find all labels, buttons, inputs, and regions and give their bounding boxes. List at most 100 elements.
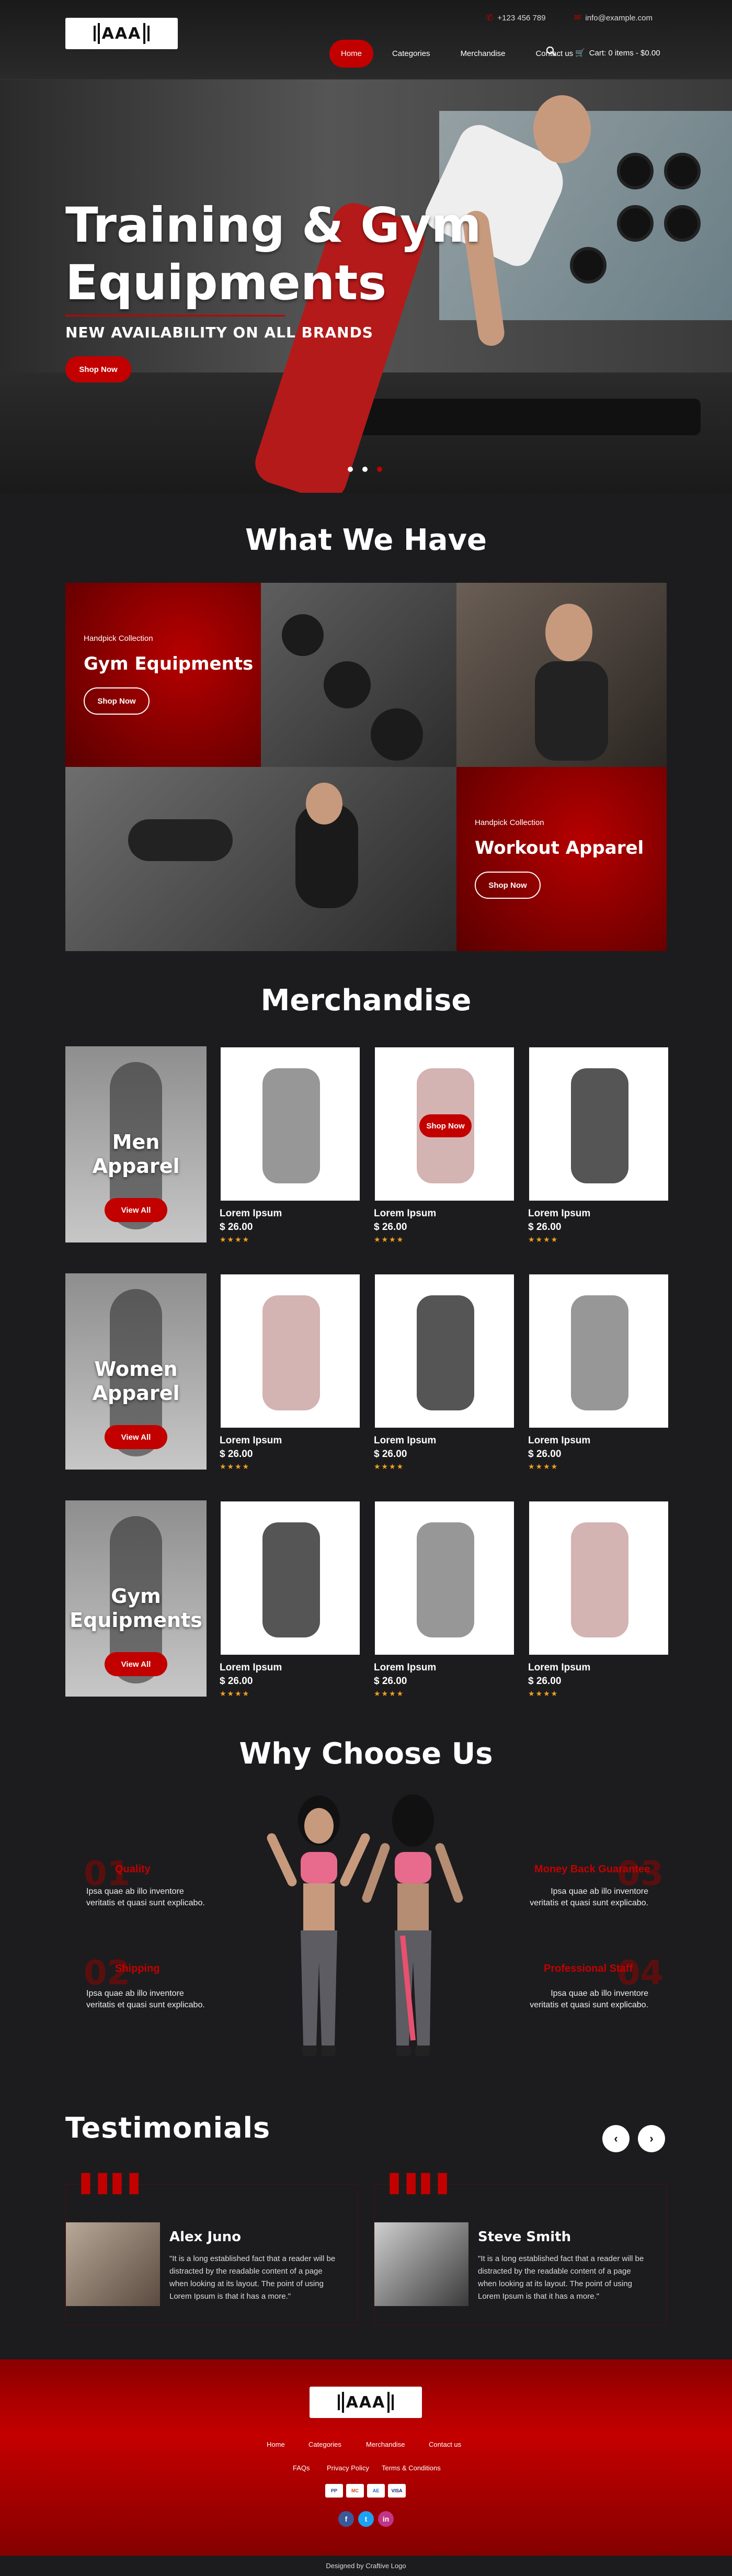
slider-dot-1[interactable] <box>348 467 353 472</box>
product-image[interactable] <box>220 1500 361 1656</box>
tile2-shop-button[interactable]: Shop Now <box>475 872 541 899</box>
product-card[interactable]: Lorem Ipsum $ 26.00 ★★★★ <box>528 1273 669 1471</box>
product-image[interactable] <box>374 1273 515 1429</box>
product-name[interactable]: Lorem Ipsum <box>374 1662 515 1674</box>
view-all-button[interactable]: View All <box>105 1198 167 1222</box>
product-card[interactable]: Lorem Ipsum $ 26.00 ★★★★ <box>374 1273 515 1471</box>
footer-link[interactable]: Merchandise <box>366 2441 405 2448</box>
product-image[interactable]: Shop Now <box>374 1046 515 1202</box>
category-title-line2: Equipments <box>70 1609 202 1632</box>
slider-dot-2[interactable] <box>362 467 368 472</box>
product-name[interactable]: Lorem Ipsum <box>220 1208 361 1219</box>
product-image[interactable] <box>528 1500 669 1656</box>
phone-contact[interactable]: ✆ +123 456 789 <box>486 13 546 23</box>
why-choose-title: Why Choose Us <box>239 1737 493 1771</box>
tile-photo-woman-training <box>456 583 667 767</box>
product-name[interactable]: Lorem Ipsum <box>528 1662 669 1674</box>
footer-link[interactable]: Home <box>267 2441 285 2448</box>
footer-link[interactable]: Contact us <box>429 2441 461 2448</box>
email-contact[interactable]: ✉ info@example.com <box>574 13 653 23</box>
category-title: Gym Equipments <box>65 1584 207 1632</box>
dumbbell-plate <box>570 247 607 284</box>
category-card[interactable]: Men Apparel View All <box>65 1046 207 1242</box>
product-name[interactable]: Lorem Ipsum <box>220 1435 361 1447</box>
cart-link[interactable]: 🛒 Cart: 0 items - $0.00 <box>575 48 660 58</box>
slider-dots <box>348 467 382 472</box>
testimonial-next-button[interactable]: › <box>638 2125 665 2152</box>
feature-text: Ipsa quae ab illo inventore veritatis et … <box>528 1886 648 1909</box>
testimonial-card: " " Alex Juno "It is a long established … <box>65 2164 358 2325</box>
product-rating: ★★★★ <box>374 1462 405 1471</box>
payment-icon: PP <box>325 2484 343 2498</box>
product-shop-button[interactable]: Shop Now <box>419 1114 472 1137</box>
product-image[interactable] <box>374 1500 515 1656</box>
feature-text-line1: Ipsa quae ab illo inventore <box>86 1989 184 1998</box>
product-rating: ★★★★ <box>374 1689 405 1698</box>
product-image[interactable] <box>220 1273 361 1429</box>
product-card[interactable]: Lorem Ipsum $ 26.00 ★★★★ <box>528 1500 669 1698</box>
category-title-line1: Gym <box>111 1585 161 1608</box>
search-icon[interactable] <box>546 46 556 57</box>
product-price: $ 26.00 <box>374 1222 407 1233</box>
view-all-button[interactable]: View All <box>105 1425 167 1449</box>
logo-text: AAA <box>101 24 142 43</box>
product-image[interactable] <box>528 1046 669 1202</box>
twitter-icon[interactable]: t <box>358 2511 374 2527</box>
product-price: $ 26.00 <box>374 1676 407 1687</box>
category-card[interactable]: Women Apparel View All <box>65 1273 207 1470</box>
hero-title-line2: Equipments <box>65 255 387 311</box>
photo-dumbbell <box>371 708 423 761</box>
facebook-icon[interactable]: f <box>338 2511 354 2527</box>
feature-text-line2: veritatis et quasi sunt explicabo. <box>530 1899 648 1907</box>
footer-link[interactable]: Privacy Policy <box>327 2464 369 2472</box>
hero-subtitle: NEW AVAILABILITY ON ALL BRANDS <box>65 324 373 341</box>
category-title-line1: Women <box>94 1358 178 1381</box>
instagram-icon[interactable]: in <box>378 2511 394 2527</box>
product-rating: ★★★★ <box>528 1235 559 1244</box>
product-image[interactable] <box>220 1046 361 1202</box>
dumbbell-plate <box>617 153 654 189</box>
footer-link[interactable]: FAQs <box>293 2464 310 2472</box>
product-price: $ 26.00 <box>220 1676 253 1687</box>
slider-dot-3[interactable] <box>377 467 382 472</box>
tile-gym-equipments[interactable]: Handpick Collection Gym Equipments Shop … <box>65 583 261 767</box>
footer-logo[interactable]: AAA <box>310 2387 422 2418</box>
category-card[interactable]: Gym Equipments View All <box>65 1500 207 1697</box>
product-card[interactable]: Lorem Ipsum $ 26.00 ★★★★ <box>220 1500 361 1698</box>
product-card[interactable]: Shop Now Lorem Ipsum $ 26.00 ★★★★ <box>374 1046 515 1244</box>
cart-icon: 🛒 <box>575 49 585 58</box>
feature-text-line1: Ipsa quae ab illo inventore <box>551 1989 648 1998</box>
product-image[interactable] <box>528 1273 669 1429</box>
testimonial-prev-button[interactable]: ‹ <box>602 2125 630 2152</box>
tile2-kicker: Handpick Collection <box>475 818 544 827</box>
site-logo[interactable]: AAA <box>65 18 178 49</box>
product-name[interactable]: Lorem Ipsum <box>528 1435 669 1447</box>
footer-link[interactable]: Categories <box>308 2441 341 2448</box>
nav-categories[interactable]: Categories <box>381 40 442 67</box>
site-header: AAA ✆ +123 456 789 ✉ info@example.com Ho… <box>0 0 732 80</box>
product-name[interactable]: Lorem Ipsum <box>374 1208 515 1219</box>
product-name[interactable]: Lorem Ipsum <box>220 1662 361 1674</box>
product-card[interactable]: Lorem Ipsum $ 26.00 ★★★★ <box>528 1046 669 1244</box>
product-card[interactable]: Lorem Ipsum $ 26.00 ★★★★ <box>374 1500 515 1698</box>
tile1-shop-button[interactable]: Shop Now <box>84 687 150 715</box>
feature-text-line1: Ipsa quae ab illo inventore <box>86 1887 184 1896</box>
tile-workout-apparel[interactable]: Handpick Collection Workout Apparel Shop… <box>456 767 667 951</box>
nav-merchandise[interactable]: Merchandise <box>449 40 517 67</box>
category-title: Men Apparel <box>65 1130 207 1178</box>
nav-home[interactable]: Home <box>329 40 374 67</box>
product-name[interactable]: Lorem Ipsum <box>374 1435 515 1447</box>
testimonial-card: " " Steve Smith "It is a long establishe… <box>374 2164 667 2325</box>
testimonial-text: "It is a long established fact that a re… <box>478 2254 644 2301</box>
product-rating: ★★★★ <box>528 1689 559 1698</box>
product-card[interactable]: Lorem Ipsum $ 26.00 ★★★★ <box>220 1273 361 1471</box>
view-all-button[interactable]: View All <box>105 1652 167 1676</box>
footer-link[interactable]: Terms & Conditions <box>382 2464 441 2472</box>
hero-shop-button[interactable]: Shop Now <box>65 356 131 382</box>
testimonial-text: "It is a long established fact that a re… <box>169 2254 336 2301</box>
payment-icon: AE <box>367 2484 385 2498</box>
product-name[interactable]: Lorem Ipsum <box>528 1208 669 1219</box>
feature-title: Professional Staff <box>544 1963 633 1974</box>
testimonial-name: Steve Smith <box>478 2229 571 2245</box>
product-card[interactable]: Lorem Ipsum $ 26.00 ★★★★ <box>220 1046 361 1244</box>
